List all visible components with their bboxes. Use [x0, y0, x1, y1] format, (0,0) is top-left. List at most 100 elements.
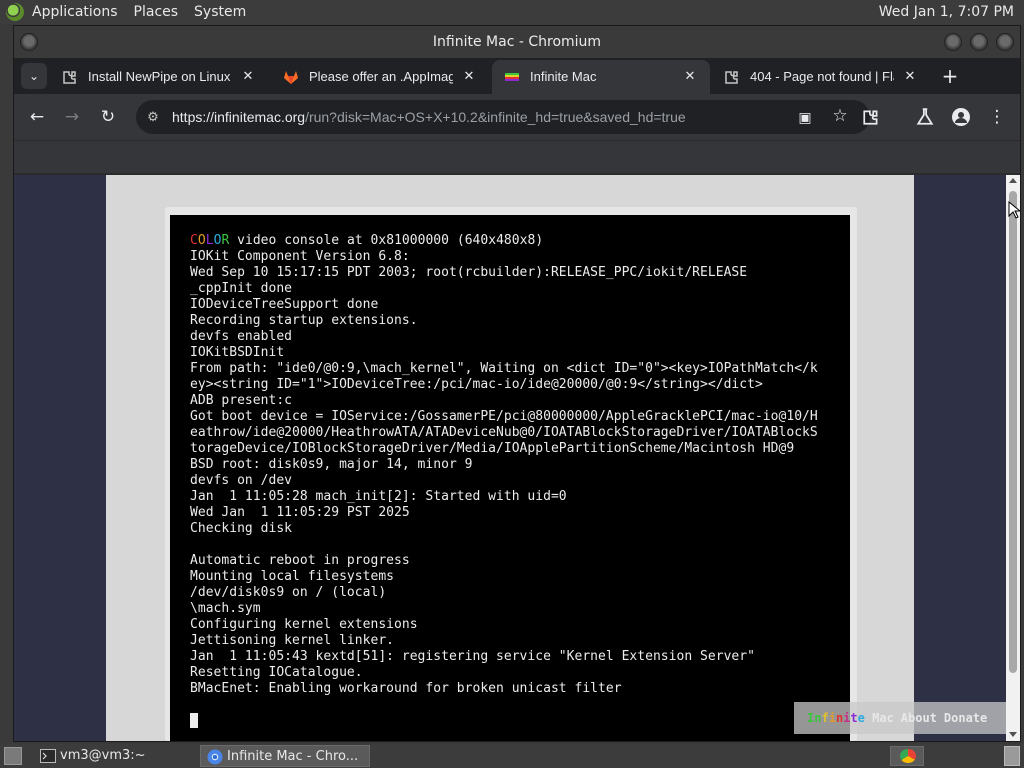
browser-toolbar: ← → ↻ ⚙ https://infinitemac.org/run?disk… — [14, 94, 1020, 140]
reload-button[interactable]: ↻ — [95, 104, 121, 130]
console-line: Configuring kernel extensions — [190, 617, 418, 632]
emulator-screen[interactable]: COLOR video console at 0x81000000 (640x4… — [170, 215, 850, 741]
console-line: IOKit Component Version 6.8: — [190, 249, 410, 264]
tab-title: Infinite Mac — [530, 69, 597, 84]
close-tab-icon[interactable]: ✕ — [240, 68, 256, 84]
close-tab-icon[interactable]: ✕ — [682, 68, 698, 84]
console-line: Checking disk — [190, 521, 293, 536]
site-info-icon[interactable]: ⚙ — [144, 108, 162, 126]
brand-letter: t — [850, 711, 858, 725]
console-line: /dev/disk0s9 on / (local) — [190, 585, 387, 600]
console-lines: IOKit Component Version 6.8: Wed Sep 10 … — [190, 249, 818, 696]
console-line: eathrow/ide@20000/HeathrowATA/ATADeviceN… — [190, 425, 818, 440]
back-button[interactable]: ← — [24, 104, 50, 130]
window-titlebar[interactable]: Infinite Mac - Chromium — [14, 26, 1020, 58]
plus-icon: + — [941, 64, 959, 88]
puzzle-icon — [725, 71, 738, 84]
scrollbar-thumb[interactable] — [1009, 191, 1017, 673]
url-host: https://infinitemac.org — [172, 109, 306, 125]
console-line: Recording startup extensions. — [190, 313, 418, 328]
show-desktop-button[interactable] — [4, 747, 22, 765]
minimize-button[interactable] — [944, 33, 962, 51]
console-line: BSD root: disk0s9, major 14, minor 9 — [190, 457, 473, 472]
console-line: ADB present:c — [190, 393, 293, 408]
color-letter: C — [190, 233, 198, 248]
tab-strip: ⌄ Install NewPipe on Linux | ✕ Please of… — [14, 58, 1020, 94]
taskbar-item-chromium[interactable]: Infinite Mac - Chro... — [200, 745, 370, 767]
tab-404[interactable]: 404 - Page not found | Fla ✕ — [712, 60, 930, 94]
taskbar-item-label: vm3@vm3:~ — [60, 748, 146, 763]
close-tab-icon[interactable]: ✕ — [902, 68, 918, 84]
mouse-pointer-icon — [1008, 201, 1020, 219]
places-menu[interactable]: Places — [126, 0, 187, 24]
console-line: From path: "ide0/@0:9,\mach_kernel", Wai… — [190, 361, 818, 376]
brand-mac-text: Mac — [864, 711, 894, 725]
tab-newpipe[interactable]: Install NewPipe on Linux | ✕ — [50, 60, 268, 94]
address-bar[interactable]: ⚙ https://infinitemac.org/run?disk=Mac+O… — [136, 100, 870, 134]
terminal-icon — [40, 749, 56, 763]
url-text[interactable]: https://infinitemac.org/run?disk=Mac+OS+… — [172, 100, 686, 134]
puzzle-icon — [63, 71, 76, 84]
browser-window: Infinite Mac - Chromium ⌄ Install NewPip… — [13, 25, 1021, 742]
window-menu-button[interactable] — [20, 33, 38, 51]
page-content: COLOR video console at 0x81000000 (640x4… — [14, 175, 1020, 741]
text-cursor — [190, 713, 198, 728]
footer-links: Infinite Mac About Donate — [807, 705, 987, 731]
applications-menu[interactable]: Applications — [24, 0, 126, 24]
puzzle-icon — [863, 110, 878, 125]
console-line: ey><string ID="1">IODeviceTree:/pci/mac-… — [190, 377, 763, 392]
account-icon — [952, 108, 970, 126]
close-tab-icon[interactable]: ✕ — [461, 68, 477, 84]
clock[interactable]: Wed Jan 1, 7:07 PM — [873, 0, 1020, 24]
taskbar-item-terminal[interactable]: vm3@vm3:~ — [34, 745, 194, 767]
gitlab-fox-icon — [284, 71, 298, 84]
brand-letter: e — [857, 711, 865, 725]
new-tab-button[interactable]: + — [938, 64, 962, 88]
system-menu[interactable]: System — [186, 0, 254, 24]
more-vert-icon: ⋮ — [988, 107, 1006, 127]
distro-logo-icon[interactable] — [6, 3, 24, 21]
about-link[interactable]: About — [901, 711, 937, 725]
scroll-up-arrow-icon[interactable] — [1009, 178, 1017, 183]
console-line: Resetting IOCatalogue. — [190, 665, 363, 680]
bookmarks-bar — [14, 140, 1020, 173]
tab-infinite-mac[interactable]: Infinite Mac ✕ — [492, 60, 710, 94]
color-letter: O — [197, 233, 206, 248]
profile-button[interactable] — [948, 104, 974, 130]
console-line: IOKitBSDInit — [190, 345, 285, 360]
close-window-button[interactable] — [996, 33, 1014, 51]
infinite-mac-logo[interactable]: Infinite Mac — [807, 705, 894, 731]
donate-link[interactable]: Donate — [944, 711, 987, 725]
url-path: /run?disk=Mac+OS+X+10.2&infinite_hd=true… — [305, 109, 686, 125]
labs-button[interactable] — [912, 104, 938, 130]
console-line: video console at 0x81000000 (640x480x8) — [229, 233, 544, 248]
bookmark-star-icon[interactable]: ☆ — [830, 106, 850, 126]
scroll-down-arrow-icon[interactable] — [1009, 732, 1017, 737]
tray-chromium-button[interactable] — [890, 746, 924, 766]
arrow-right-icon: → — [64, 107, 80, 127]
brand-letter: i — [828, 711, 836, 725]
tab-search-button[interactable]: ⌄ — [21, 63, 47, 89]
vertical-scrollbar[interactable] — [1006, 175, 1020, 741]
console-line: IODeviceTreeSupport done — [190, 297, 379, 312]
workspace-switcher[interactable] — [1004, 746, 1020, 766]
taskbar-item-label: Infinite Mac - Chro... — [227, 749, 359, 764]
tab-title: Please offer an .AppImage — [309, 69, 453, 84]
extensions-button[interactable] — [858, 104, 884, 130]
maximize-button[interactable] — [970, 33, 988, 51]
console-line: _cppInit done — [190, 281, 293, 296]
flask-icon — [916, 108, 934, 125]
forward-button[interactable]: → — [59, 104, 85, 130]
top-panel: Applications Places System Wed Jan 1, 7:… — [0, 0, 1024, 24]
window-title: Infinite Mac - Chromium — [432, 34, 602, 50]
console-line: Got boot device = IOService:/GossamerPE/… — [190, 409, 818, 424]
console-line: devfs enabled — [190, 329, 293, 344]
tab-appimage[interactable]: Please offer an .AppImage ✕ — [271, 60, 489, 94]
menu-button[interactable]: ⋮ — [984, 104, 1010, 130]
install-app-icon[interactable]: ▣ — [796, 108, 814, 126]
boot-console: COLOR video console at 0x81000000 (640x4… — [190, 233, 842, 731]
console-line: devfs on /dev — [190, 473, 293, 488]
chromium-icon — [207, 749, 223, 765]
taskbar: vm3@vm3:~ Infinite Mac - Chro... — [0, 744, 1024, 768]
rainbow-mac-icon — [505, 73, 519, 81]
